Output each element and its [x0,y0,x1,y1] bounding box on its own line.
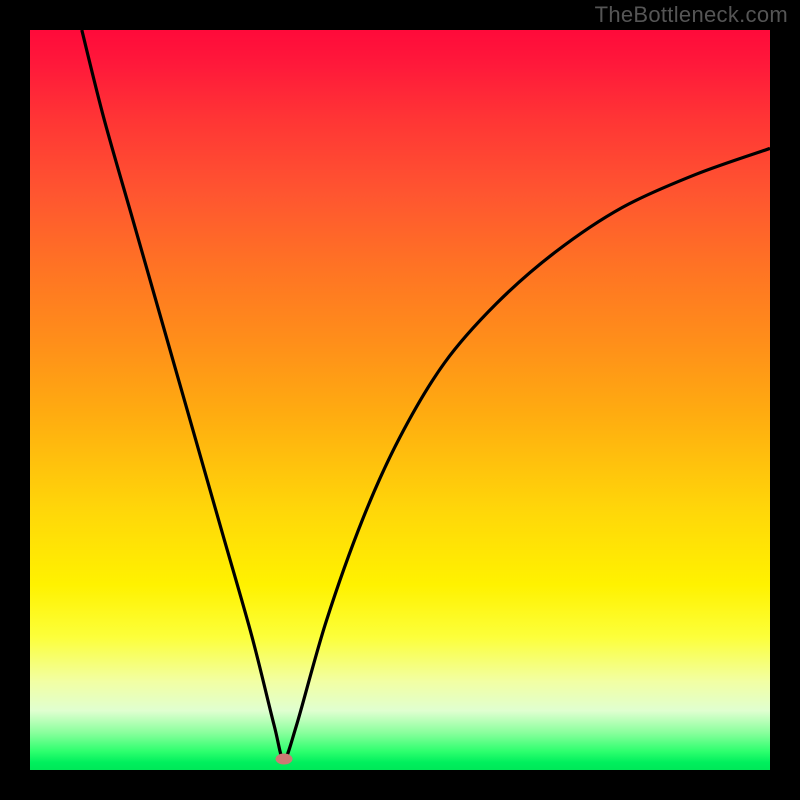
watermark-text: TheBottleneck.com [595,2,788,28]
chart-frame: TheBottleneck.com [0,0,800,800]
curve-path [82,30,770,759]
bottleneck-curve [30,30,770,770]
plot-area [30,30,770,770]
minimum-marker [275,753,292,764]
